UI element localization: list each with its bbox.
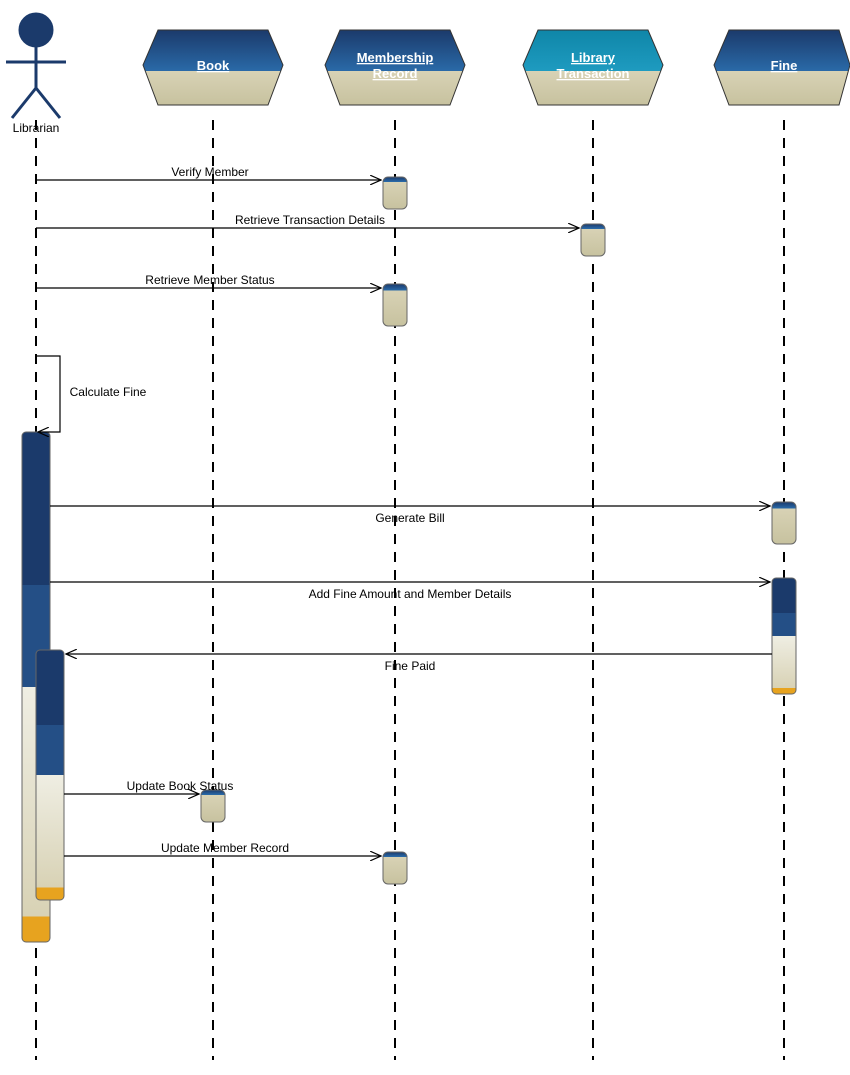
object-membership: Membership Record — [325, 30, 465, 105]
activation-membership-2 — [383, 284, 407, 326]
activation-membership-3 — [383, 852, 407, 884]
msg-retrieve-transaction: Retrieve Transaction Details — [235, 213, 385, 227]
activation-membership-1 — [383, 177, 407, 209]
msg-calculate-fine: Calculate Fine — [70, 385, 147, 399]
activation-fine-2 — [772, 578, 796, 694]
object-transaction-label1: Library — [571, 50, 616, 65]
object-fine: Fine — [714, 30, 850, 105]
activation-transaction-1 — [581, 224, 605, 256]
object-membership-label2: Record — [373, 66, 418, 81]
msg-generate-bill: Generate Bill — [375, 511, 444, 525]
object-book: Book — [143, 30, 283, 105]
actor-label: Librarian — [13, 121, 60, 135]
activation-librarian-nested — [36, 650, 64, 900]
activation-book-1 — [201, 790, 225, 822]
msg-fine-paid: Fine Paid — [385, 659, 436, 673]
object-membership-label1: Membership — [357, 50, 434, 65]
actor-librarian — [6, 14, 66, 118]
msg-update-book: Update Book Status — [127, 779, 234, 793]
msg-add-fine: Add Fine Amount and Member Details — [309, 587, 512, 601]
msg-verify-member: Verify Member — [171, 165, 248, 179]
object-transaction-label2: Transaction — [557, 66, 630, 81]
object-transaction: Library Transaction — [523, 30, 663, 105]
msg-update-member: Update Member Record — [161, 841, 289, 855]
msg-retrieve-status: Retrieve Member Status — [145, 273, 274, 287]
object-book-label: Book — [197, 58, 230, 73]
activation-fine-1 — [772, 502, 796, 544]
object-fine-label: Fine — [771, 58, 798, 73]
sequence-diagram: Librarian Book Membership Record Library… — [0, 0, 850, 1075]
